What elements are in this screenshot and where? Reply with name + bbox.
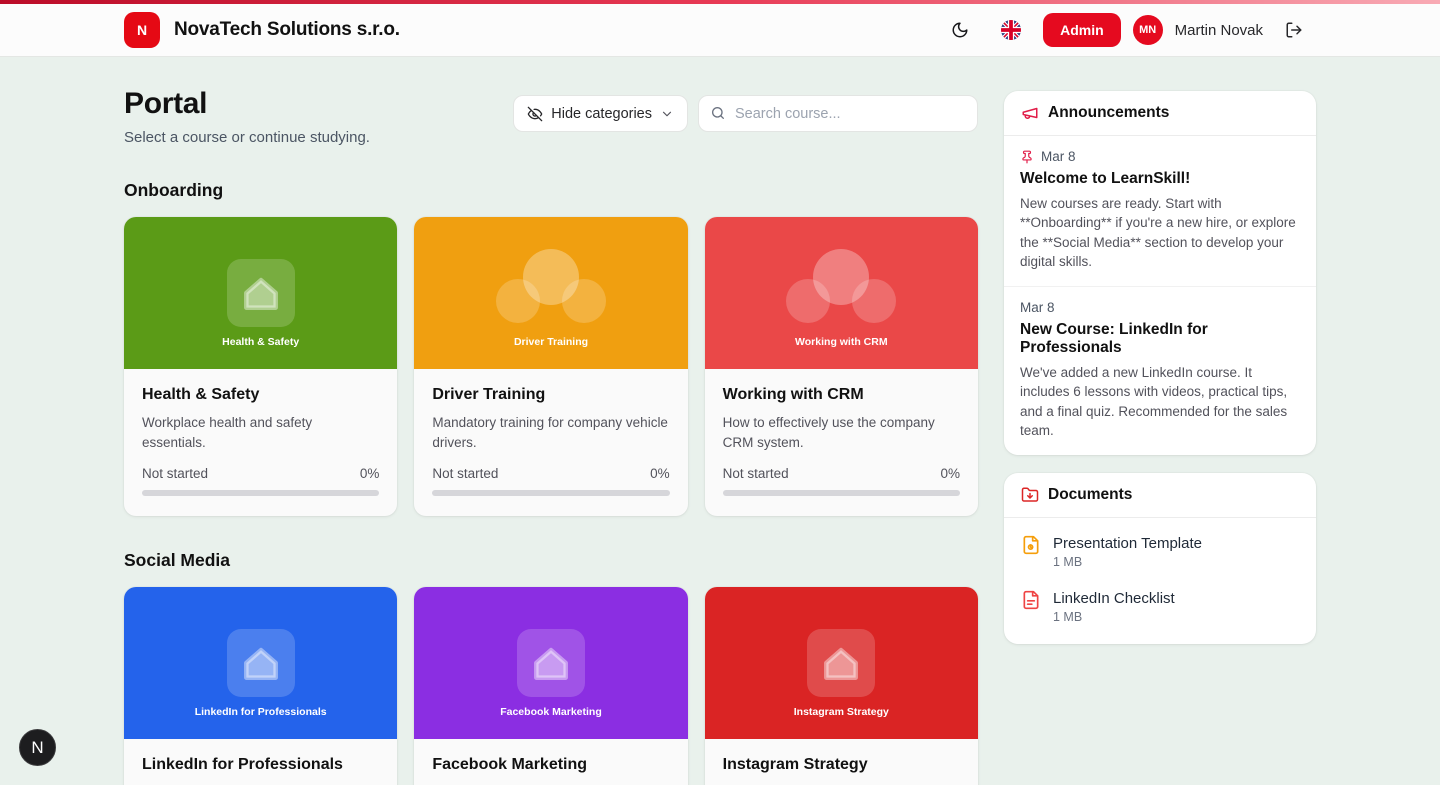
search-icon xyxy=(710,105,726,121)
course-progress: 0% xyxy=(940,466,960,481)
documents-panel: Documents Presentation Template 1 MB xyxy=(1004,473,1316,644)
course-card-instagram[interactable]: Instagram Strategy Instagram Strategy Vi… xyxy=(705,587,978,785)
announcement-date: Mar 8 xyxy=(1041,149,1076,164)
course-card-health-safety[interactable]: Health & Safety Health & Safety Workplac… xyxy=(124,217,397,516)
social-media-card-grid: LinkedIn for Professionals LinkedIn for … xyxy=(124,587,978,785)
course-card-linkedin[interactable]: LinkedIn for Professionals LinkedIn for … xyxy=(124,587,397,785)
course-title: Facebook Marketing xyxy=(432,756,669,774)
course-progress: 0% xyxy=(650,466,670,481)
course-title: Working with CRM xyxy=(723,386,960,404)
course-title: LinkedIn for Professionals xyxy=(142,756,379,774)
course-status: Not started xyxy=(432,466,498,481)
banner-label: Working with CRM xyxy=(705,336,978,348)
hide-categories-button[interactable]: Hide categories xyxy=(513,95,688,132)
banner-label: Driver Training xyxy=(414,336,687,348)
page-title: Portal xyxy=(124,87,370,121)
announcement-date: Mar 8 xyxy=(1020,300,1055,315)
course-banner: Working with CRM xyxy=(705,217,978,369)
folder-download-icon xyxy=(1021,486,1039,504)
course-banner: LinkedIn for Professionals xyxy=(124,587,397,739)
announcement-item: Mar 8 New Course: LinkedIn for Professio… xyxy=(1004,286,1316,455)
documents-title: Documents xyxy=(1048,486,1132,504)
course-progress: 0% xyxy=(360,466,380,481)
pin-icon xyxy=(1020,150,1034,164)
megaphone-icon xyxy=(1021,104,1039,122)
company-name: NovaTech Solutions s.r.o. xyxy=(174,19,400,41)
course-card-driver-training[interactable]: Driver Training Driver Training Mandator… xyxy=(414,217,687,516)
dev-badge-button[interactable]: N xyxy=(19,729,56,766)
progress-bar xyxy=(142,490,379,496)
dark-mode-toggle[interactable] xyxy=(949,19,971,41)
avatar[interactable]: MN xyxy=(1133,15,1163,45)
admin-button[interactable]: Admin xyxy=(1043,13,1121,47)
section-title-social-media: Social Media xyxy=(124,550,978,571)
document-item[interactable]: LinkedIn Checklist 1 MB xyxy=(1004,579,1316,634)
banner-label: Health & Safety xyxy=(124,336,397,348)
eye-off-icon xyxy=(527,106,543,122)
banner-label: Facebook Marketing xyxy=(414,706,687,718)
course-card-facebook[interactable]: Facebook Marketing Facebook Marketing Fu… xyxy=(414,587,687,785)
moon-icon xyxy=(951,21,969,39)
course-description: Mandatory training for company vehicle d… xyxy=(432,413,669,452)
language-switcher[interactable] xyxy=(999,18,1023,42)
logout-button[interactable] xyxy=(1283,19,1305,41)
course-banner: Facebook Marketing xyxy=(414,587,687,739)
brand[interactable]: N NovaTech Solutions s.r.o. xyxy=(124,12,400,48)
course-status: Not started xyxy=(142,466,208,481)
document-size: 1 MB xyxy=(1053,555,1202,569)
course-description: How to effectively use the company CRM s… xyxy=(723,413,960,452)
section-title-onboarding: Onboarding xyxy=(124,180,978,201)
house-icon xyxy=(517,629,585,697)
progress-bar xyxy=(723,490,960,496)
app-header: N NovaTech Solutions s.r.o. xyxy=(0,4,1440,57)
document-name: Presentation Template xyxy=(1053,535,1202,552)
text-file-icon xyxy=(1021,590,1041,610)
presentation-file-icon xyxy=(1021,535,1041,555)
announcement-body: New courses are ready. Start with **Onbo… xyxy=(1020,194,1300,271)
banner-label: LinkedIn for Professionals xyxy=(124,706,397,718)
announcement-title: New Course: LinkedIn for Professionals xyxy=(1020,321,1300,357)
document-name: LinkedIn Checklist xyxy=(1053,590,1175,607)
hide-categories-label: Hide categories xyxy=(551,106,652,122)
course-banner: Health & Safety xyxy=(124,217,397,369)
course-title: Instagram Strategy xyxy=(723,756,960,774)
announcements-title: Announcements xyxy=(1048,104,1169,122)
house-icon xyxy=(807,629,875,697)
logout-icon xyxy=(1285,21,1303,39)
course-title: Health & Safety xyxy=(142,386,379,404)
course-description: Workplace health and safety essentials. xyxy=(142,413,379,452)
search-input[interactable] xyxy=(698,95,978,132)
progress-bar xyxy=(432,490,669,496)
user-name: Martin Novak xyxy=(1175,22,1263,39)
onboarding-card-grid: Health & Safety Health & Safety Workplac… xyxy=(124,217,978,516)
company-logo: N xyxy=(124,12,160,48)
uk-flag-icon xyxy=(1001,20,1021,40)
banner-label: Instagram Strategy xyxy=(705,706,978,718)
document-item[interactable]: Presentation Template 1 MB xyxy=(1004,524,1316,579)
announcement-body: We've added a new LinkedIn course. It in… xyxy=(1020,363,1300,440)
house-icon xyxy=(227,629,295,697)
circles-art-icon xyxy=(776,245,906,341)
course-banner: Instagram Strategy xyxy=(705,587,978,739)
course-card-working-with-crm[interactable]: Working with CRM Working with CRM How to… xyxy=(705,217,978,516)
announcement-title: Welcome to LearnSkill! xyxy=(1020,170,1300,188)
circles-art-icon xyxy=(486,245,616,341)
announcements-panel: Announcements Mar 8 Welcome to LearnSkil… xyxy=(1004,91,1316,455)
course-banner: Driver Training xyxy=(414,217,687,369)
announcement-item: Mar 8 Welcome to LearnSkill! New courses… xyxy=(1004,136,1316,286)
page-subtitle: Select a course or continue studying. xyxy=(124,129,370,146)
course-status: Not started xyxy=(723,466,789,481)
chevron-down-icon xyxy=(660,107,674,121)
house-icon xyxy=(227,259,295,327)
document-size: 1 MB xyxy=(1053,610,1175,624)
course-title: Driver Training xyxy=(432,386,669,404)
